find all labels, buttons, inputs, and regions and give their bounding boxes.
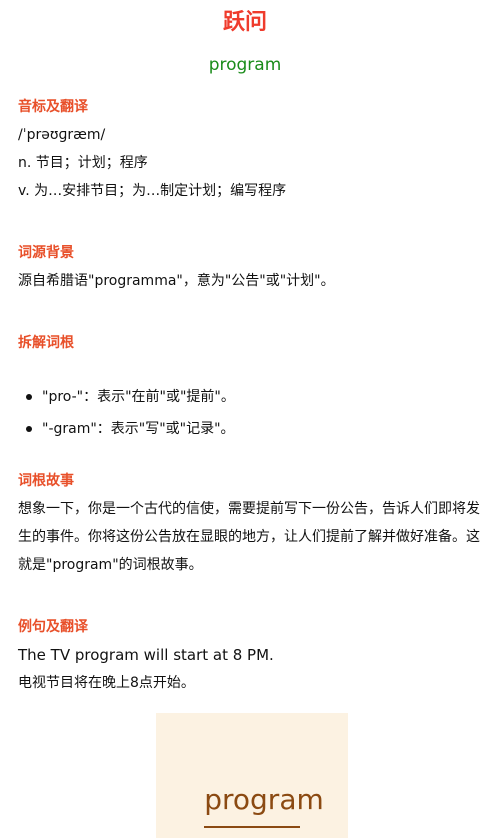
- headword: program: [208, 55, 282, 75]
- definition-noun: n. 节目；计划；程序: [18, 155, 148, 171]
- section-heading-roots: 拆解词根: [18, 335, 74, 351]
- section-heading-etymology: 词源背景: [18, 245, 74, 261]
- section-heading-phonetic: 音标及翻译: [18, 99, 88, 115]
- app-title: 跃问: [222, 10, 267, 35]
- section-heading-story: 词根故事: [18, 473, 74, 489]
- root-list: "pro-"：表示"在前"或"提前"。 "-gram"：表示"写"或"记录"。: [18, 381, 235, 445]
- card-word: program: [204, 783, 324, 816]
- word-card-page: 跃问 program 音标及翻译 /ˈprəʊɡræm/ n. 节目；计划；程序…: [0, 0, 490, 838]
- card-underline: [204, 826, 300, 828]
- example-sentence-en: The TV program will start at 8 PM.: [18, 646, 274, 664]
- section-heading-example: 例句及翻译: [18, 619, 88, 635]
- etymology-text: 源自希腊语"programma"，意为"公告"或"计划"。: [18, 273, 335, 289]
- definition-verb: v. 为…安排节目；为…制定计划；编写程序: [18, 183, 287, 199]
- example-sentence-zh: 电视节目将在晚上8点开始。: [18, 675, 195, 691]
- story-text: 想象一下，你是一个古代的信使，需要提前写下一份公告，告诉人们即将发生的事件。你将…: [18, 501, 480, 573]
- root-item-pro: "pro-"：表示"在前"或"提前"。: [26, 381, 235, 413]
- phonetic-ipa: /ˈprəʊɡræm/: [18, 127, 106, 143]
- root-item-gram: "-gram"：表示"写"或"记录"。: [26, 413, 235, 445]
- word-image-card: program: [156, 713, 348, 838]
